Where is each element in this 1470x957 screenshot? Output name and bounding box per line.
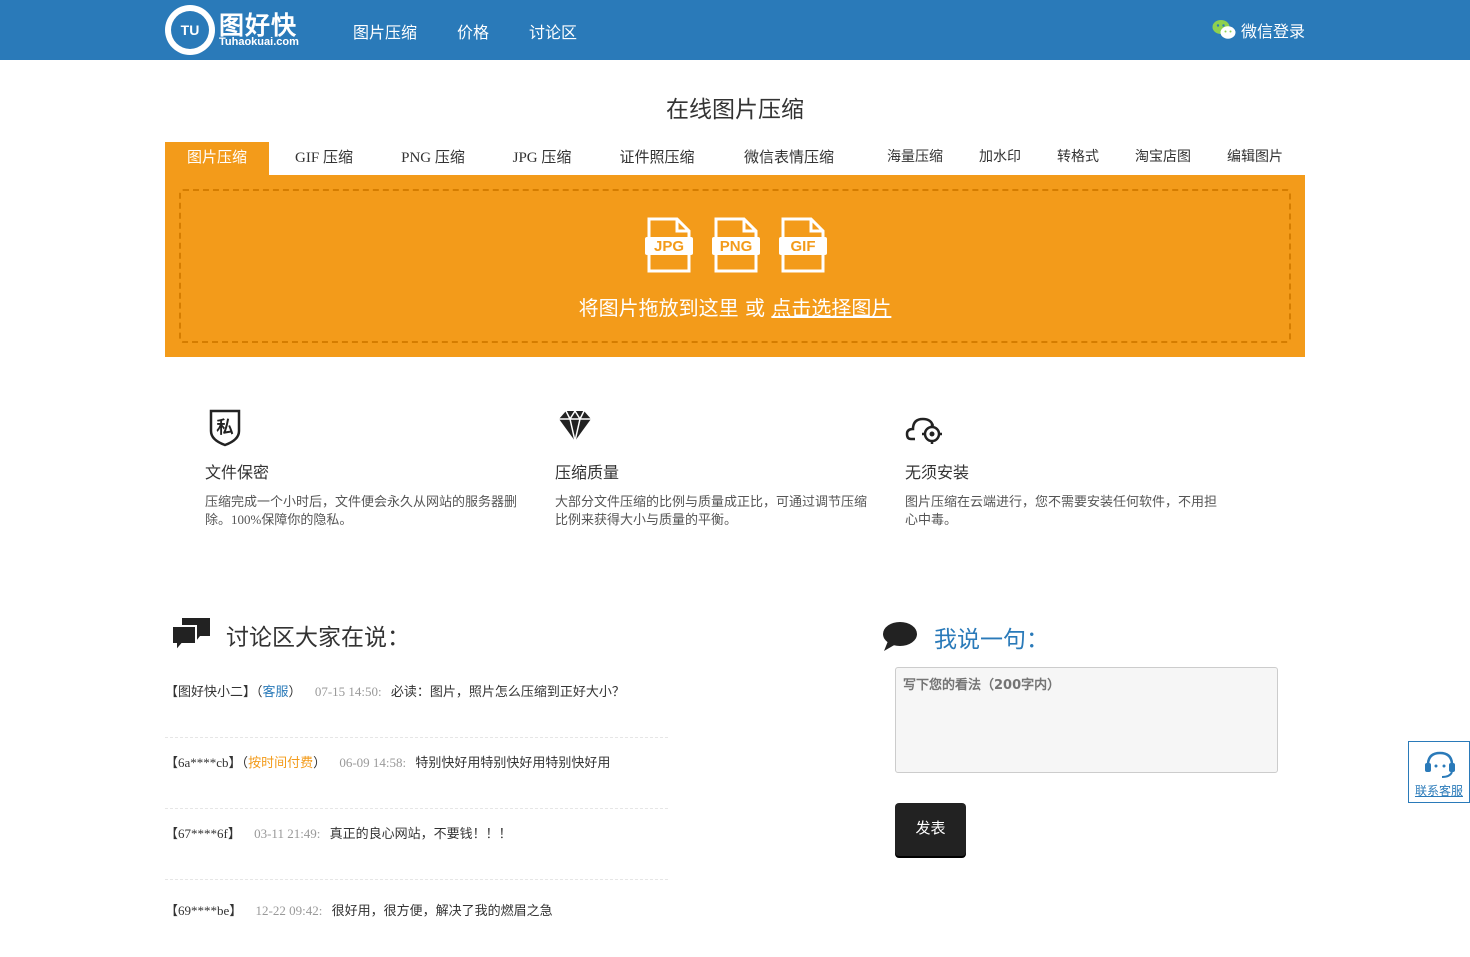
tab-jpg-compress[interactable]: JPG 压缩 (498, 142, 586, 175)
discussion-title: 讨论区大家在说： (226, 625, 410, 651)
feature-quality: 压缩质量 大部分文件压缩的比例与质量成正比，可通过调节压缩比例来获得大小与质量的… (555, 407, 875, 529)
nav-item-pricing[interactable]: 价格 (457, 19, 489, 43)
feature-title: 无须安装 (905, 463, 970, 482)
jpg-format-label: JPG (654, 238, 684, 255)
diamond-icon (559, 409, 591, 442)
customer-service-label[interactable]: 联系客服 (1409, 782, 1469, 799)
gif-format-label: GIF (791, 238, 816, 255)
feature-no-install: 无须安装 图片压缩在云端进行，您不需要安装任何软件，不用担心中毒。 (905, 407, 1225, 529)
comment-textarea[interactable] (895, 667, 1278, 773)
post-comment-button[interactable]: 发表 (895, 803, 966, 856)
tab-id-photo-compress[interactable]: 证件照压缩 (606, 142, 708, 175)
wechat-login-label: 微信登录 (1240, 22, 1305, 41)
headset-icon (1425, 751, 1455, 778)
tab-bulk-compress[interactable]: 海量压缩 (878, 142, 952, 175)
tab-watermark[interactable]: 加水印 (970, 142, 1030, 175)
png-format-label: PNG (720, 238, 753, 255)
tab-image-compress[interactable]: 图片压缩 (165, 142, 269, 175)
logo-emblem: TU (165, 5, 215, 55)
post-comment-header: 我说一句： (882, 620, 1049, 654)
feature-privacy: 私 文件保密 压缩完成一个小时后，文件便会永久从网站的服务器删除。100%保障你… (205, 407, 525, 529)
wechat-login-button[interactable]: 微信登录 (1212, 18, 1305, 42)
jpg-file-icon: JPG (645, 217, 693, 273)
discussion-header: 讨论区大家在说： (170, 616, 410, 654)
logo-domain: Tuhaokuai.com (219, 36, 299, 48)
select-image-link[interactable]: 点击选择图片 (771, 296, 891, 320)
comment-tag-close: ） (288, 684, 302, 699)
chat-bubbles-icon (171, 618, 210, 654)
feature-description: 图片压缩在云端进行，您不需要安装任何软件，不用担心中毒。 (905, 494, 1218, 527)
site-logo[interactable]: TU 图好快 Tuhaokuai.com (165, 5, 310, 55)
comment-item: 【6a****cb】（按时间付费） 06-09 14:58: 特别快好用特别快好… (165, 738, 668, 809)
comment-user: 【图好快小二】 (165, 684, 257, 699)
comment-text: 真正的良心网站，不要钱！！！ (329, 826, 512, 841)
comment-user-tag: 按时间付费 (248, 755, 314, 770)
comment-user: 【6a****cb】 (165, 755, 242, 770)
comment-time: 03-11 21:49: (254, 826, 321, 841)
tab-convert-format[interactable]: 转格式 (1048, 142, 1108, 175)
comment-item: 【69****be】 12-22 09:42: 很好用，很方便，解决了我的燃眉之… (165, 886, 668, 957)
comment-time: 07-15 14:50: (314, 684, 382, 699)
comment-user: 【67****6f】 (165, 826, 241, 841)
tab-gif-compress[interactable]: GIF 压缩 (280, 142, 368, 175)
cloud-gear-icon (905, 417, 942, 444)
upload-dropzone[interactable]: JPG PNG GIF 将图片拖放到这里 或 点击选择图片 (179, 189, 1291, 343)
customer-service-widget[interactable]: 联系客服 (1408, 741, 1470, 803)
comment-text: 很好用，很方便，解决了我的燃眉之急 (331, 903, 553, 918)
comment-text: 特别快好用特别快好用特别快好用 (415, 755, 611, 770)
gif-file-icon: GIF (779, 217, 827, 273)
private-shield-icon: 私 (209, 409, 241, 447)
top-navbar: TU 图好快 Tuhaokuai.com 图片压缩 价格 讨论区 微信登录 (0, 0, 1470, 60)
comment-user: 【69****be】 (165, 903, 243, 918)
comment-time: 06-09 14:58: (339, 755, 407, 770)
page-title: 在线图片压缩 (666, 97, 804, 123)
wechat-icon (1212, 20, 1236, 39)
png-file-icon: PNG (712, 217, 760, 273)
comment-user-tag: 客服 (262, 684, 289, 699)
feature-description: 压缩完成一个小时后，文件便会永久从网站的服务器删除。100%保障你的隐私。 (205, 494, 518, 527)
logo-badge: TU (171, 11, 209, 49)
post-comment-title: 我说一句： (934, 627, 1049, 653)
comment-item: 【图好快小二】（客服） 07-15 14:50: 必读：图片，照片怎么压缩到正好… (165, 667, 668, 738)
upload-drop-text: 将图片拖放到这里 或 (578, 296, 765, 320)
tab-edit-image[interactable]: 编辑图片 (1218, 142, 1292, 175)
upload-instructions: 将图片拖放到这里 或 点击选择图片 (181, 292, 1289, 321)
tab-wechat-sticker-compress[interactable]: 微信表情压缩 (728, 142, 850, 175)
comment-time: 12-22 09:42: (255, 903, 323, 918)
feature-title: 压缩质量 (555, 463, 620, 482)
nav-item-compress[interactable]: 图片压缩 (353, 19, 417, 43)
upload-panel: JPG PNG GIF 将图片拖放到这里 或 点击选择图片 (165, 175, 1305, 357)
tab-png-compress[interactable]: PNG 压缩 (388, 142, 478, 175)
feature-title: 文件保密 (205, 463, 270, 482)
comment-item: 【67****6f】 03-11 21:49: 真正的良心网站，不要钱！！！ (165, 809, 668, 880)
speech-bubble-icon (883, 622, 917, 651)
comment-text[interactable]: 必读：图片，照片怎么压缩到正好大小？ (391, 684, 625, 699)
private-shield-glyph: 私 (217, 418, 234, 438)
tab-taobao-image[interactable]: 淘宝店图 (1126, 142, 1200, 175)
feature-description: 大部分文件压缩的比例与质量成正比，可通过调节压缩比例来获得大小与质量的平衡。 (555, 494, 868, 527)
comment-tag-close: ） (313, 755, 327, 770)
nav-item-discussion[interactable]: 讨论区 (529, 19, 577, 43)
